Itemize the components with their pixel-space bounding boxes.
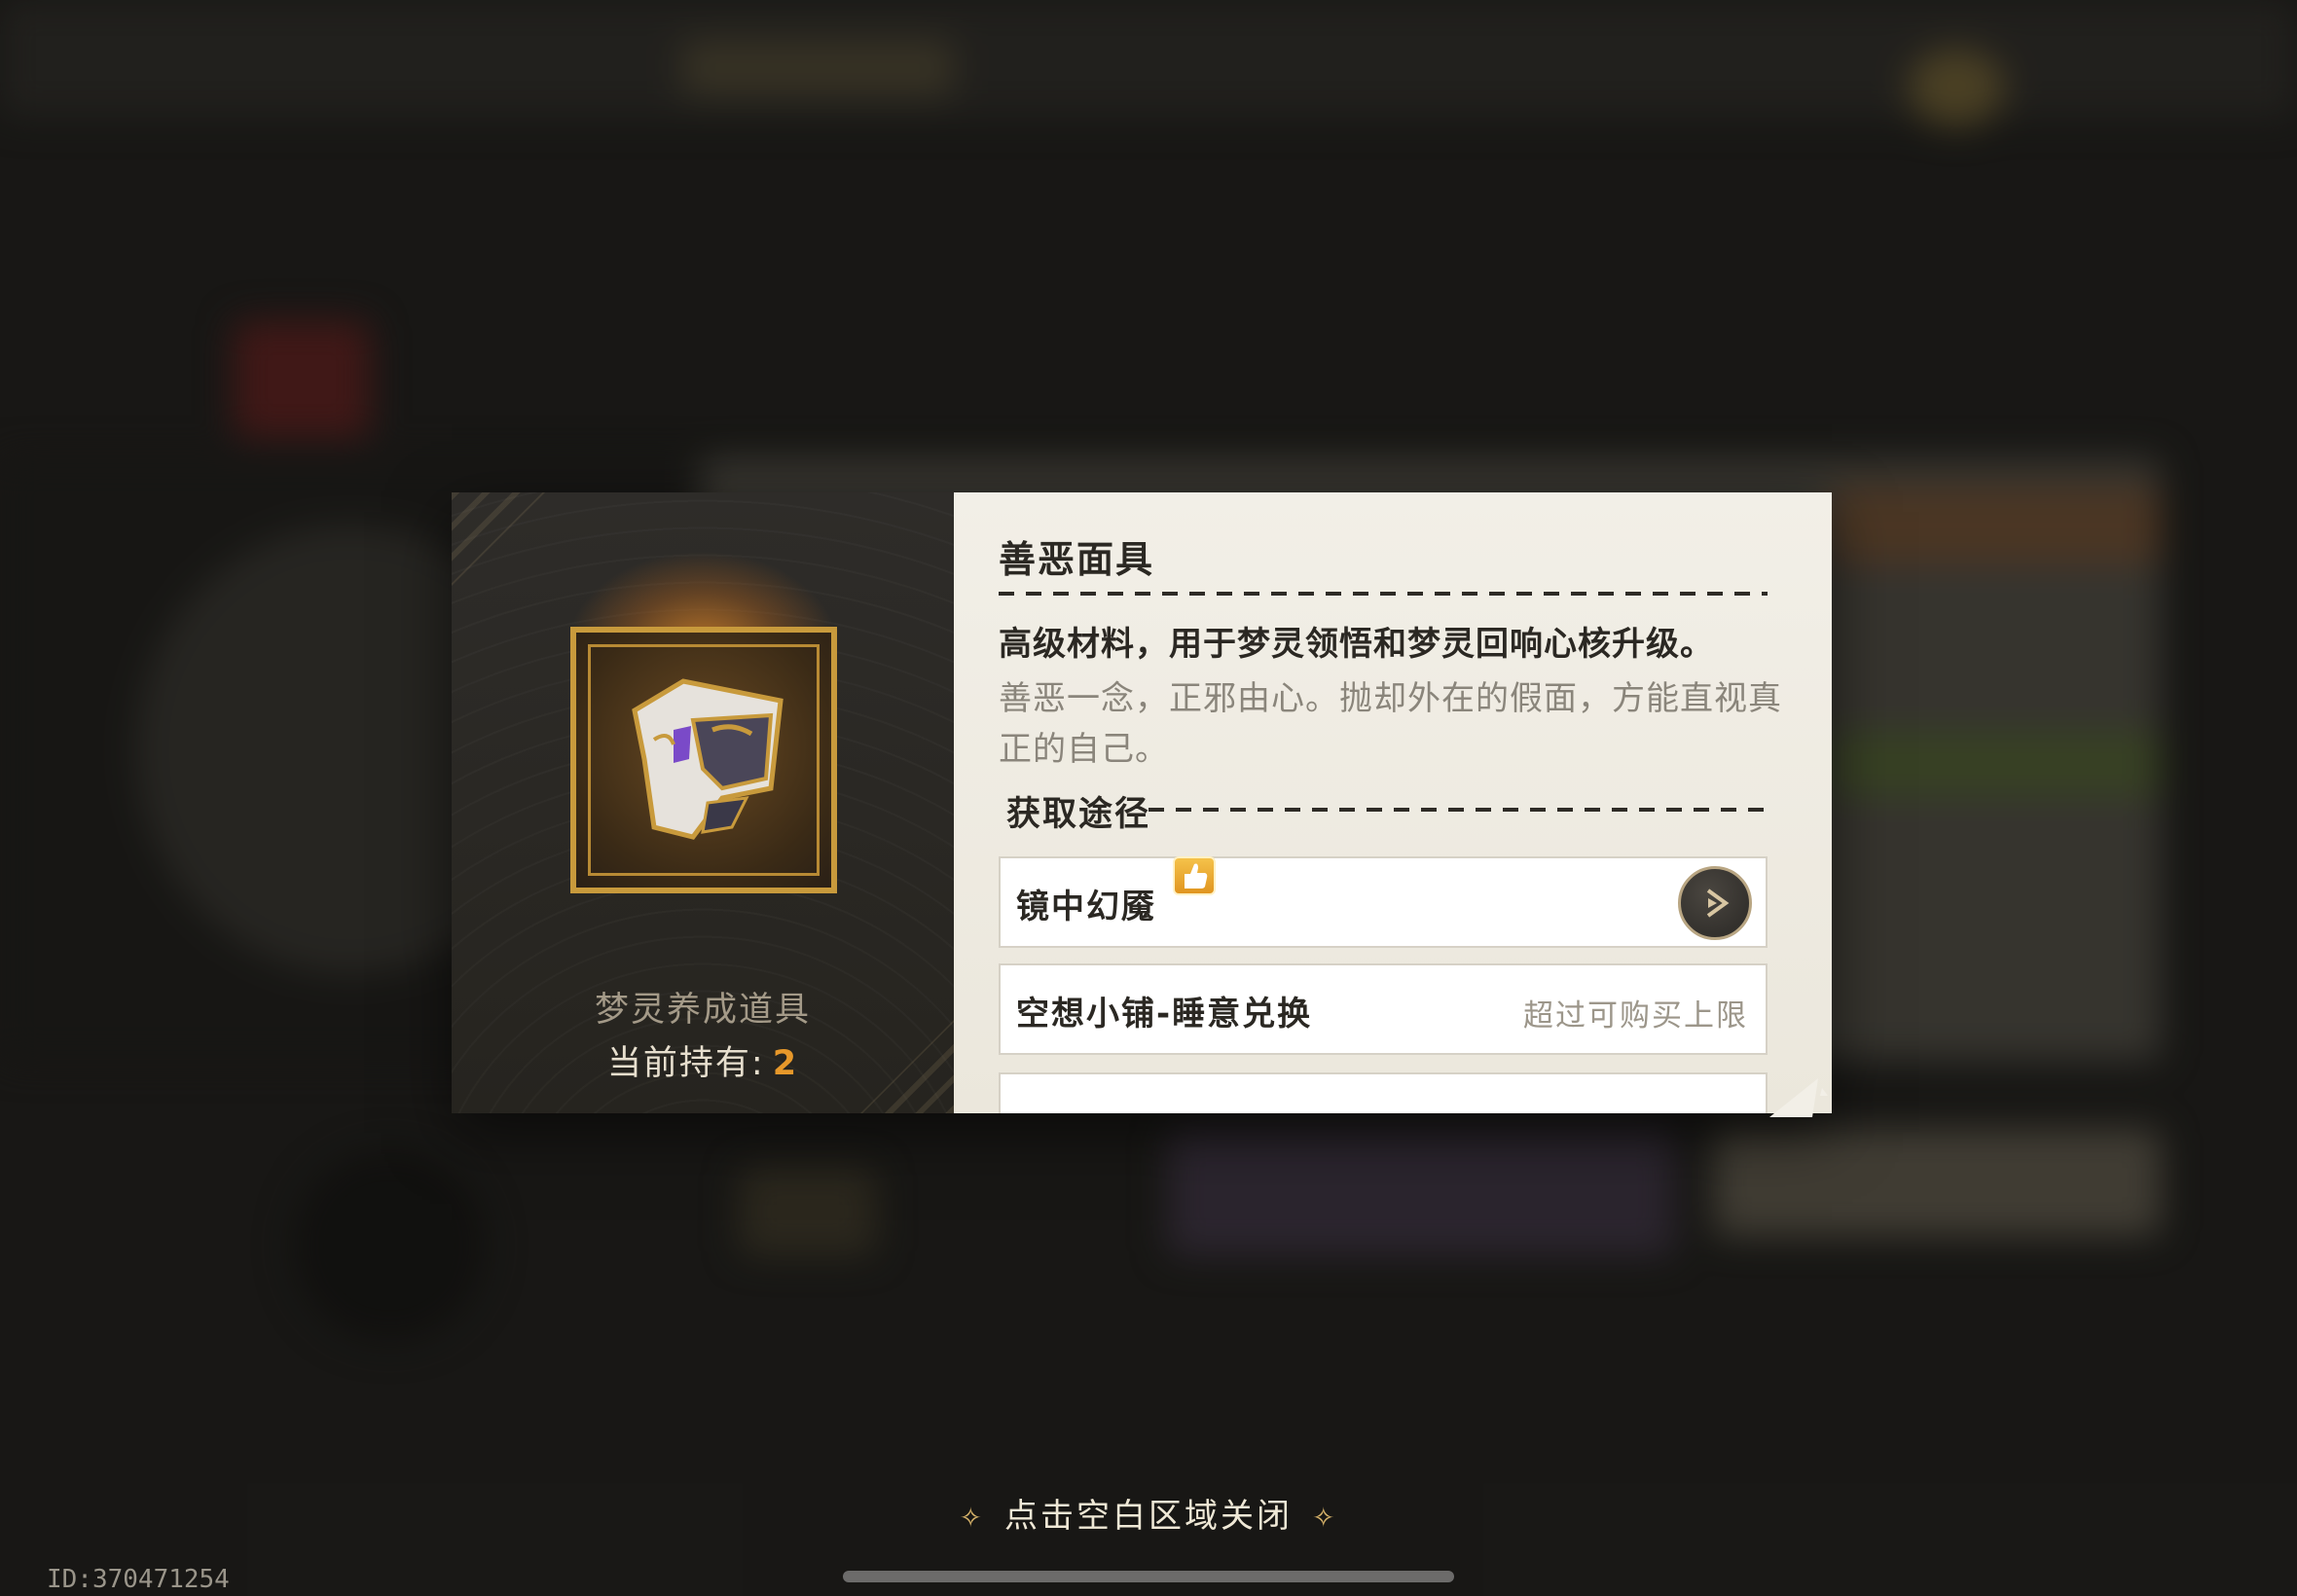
item-detail-card: 梦灵养成道具 当前持有: 2 善恶面具 高级材料，用于梦灵领悟和梦灵回响心核升级。…: [452, 492, 1832, 1113]
home-indicator[interactable]: [843, 1571, 1454, 1582]
source-row-mirror[interactable]: 镜中幻魇: [999, 856, 1768, 948]
item-description: 高级材料，用于梦灵领悟和梦灵回响心核升级。: [999, 625, 1714, 664]
mask-icon: [632, 678, 784, 840]
sources-title: 获取途径: [1006, 795, 1151, 834]
item-name: 善恶面具: [999, 538, 1155, 581]
source-status: 超过可购买上限: [1523, 998, 1748, 1034]
page-fold-icon: [1769, 1078, 1828, 1117]
item-preview-panel: 梦灵养成道具 当前持有: 2: [452, 492, 954, 1113]
owned-count-value: 2: [772, 1044, 799, 1083]
sparkle-icon: ✧: [1312, 1502, 1338, 1534]
item-flavor-text: 善恶一念，正邪由心。抛却外在的假面，方能直视真正的自己。: [999, 679, 1782, 769]
source-label: 镜中幻魇: [1016, 888, 1156, 926]
owned-label: 当前持有:: [606, 1044, 765, 1083]
paper-texture-decoration: [1530, 502, 1773, 561]
source-row-shop[interactable]: 空想小铺-睡意兑换 超过可购买上限: [999, 963, 1768, 1055]
divider: [999, 592, 1768, 596]
owned-count: 当前持有: 2: [452, 1035, 954, 1085]
thumbs-up-icon: [1173, 856, 1216, 895]
divider: [1148, 808, 1771, 812]
item-info-panel: 善恶面具 高级材料，用于梦灵领悟和梦灵回响心核升级。 善恶一念，正邪由心。抛却外…: [954, 492, 1832, 1113]
source-label: 空想小铺-睡意兑换: [1016, 995, 1313, 1034]
item-category: 梦灵养成道具: [594, 991, 811, 1030]
player-id: ID:370471254: [47, 1565, 230, 1594]
item-icon-frame: [570, 627, 837, 893]
close-hint-text: 点击空白区域关闭: [1004, 1497, 1293, 1536]
sparkle-icon: ✧: [959, 1502, 985, 1534]
source-row-partial[interactable]: [999, 1072, 1768, 1113]
go-arrow-icon[interactable]: [1678, 866, 1752, 940]
close-hint[interactable]: ✧ 点击空白区域关闭 ✧: [0, 1489, 2297, 1537]
